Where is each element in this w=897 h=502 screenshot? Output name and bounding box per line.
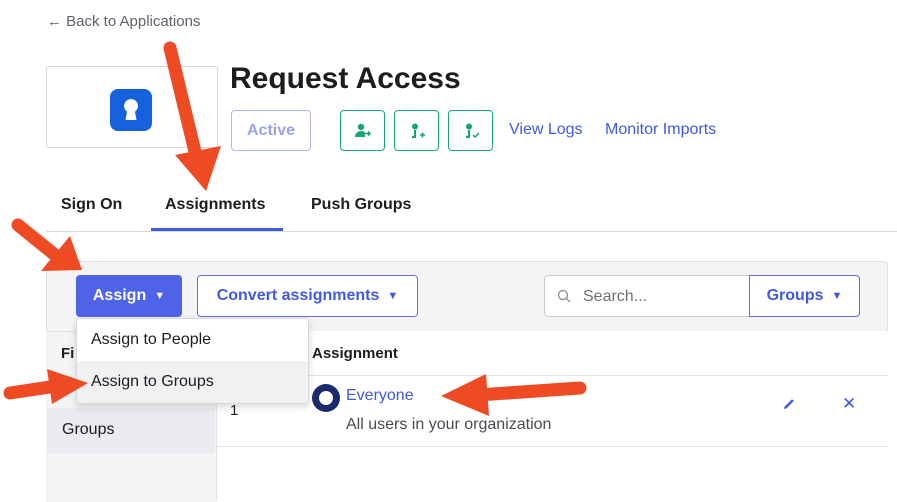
row-priority: 1	[230, 402, 239, 419]
remove-x-icon[interactable]: ✕	[842, 394, 856, 414]
search-filter-select[interactable]: Groups ▼	[749, 275, 860, 317]
caret-down-icon: ▼	[387, 290, 399, 302]
assign-dropdown-menu: Assign to People Assign to Groups	[76, 318, 309, 404]
keyhole-logo-icon	[110, 89, 152, 131]
filter-item-groups[interactable]: Groups	[47, 408, 215, 453]
assign-user-icon	[411, 123, 425, 138]
assign-user-button[interactable]	[394, 110, 439, 151]
assign-button[interactable]: Assign ▼	[76, 275, 182, 317]
caret-down-icon: ▼	[831, 290, 843, 302]
assign-button-label: Assign	[92, 287, 147, 304]
tab-push-groups[interactable]: Push Groups	[311, 196, 411, 214]
row-divider	[216, 446, 888, 447]
app-logo-box	[46, 66, 218, 148]
edit-pencil-icon[interactable]	[781, 396, 797, 417]
verify-user-icon	[465, 123, 480, 138]
search-input[interactable]	[581, 276, 745, 318]
view-logs-link[interactable]: View Logs	[509, 121, 583, 139]
group-description: All users in your organization	[346, 416, 552, 433]
search-filter-value: Groups	[766, 287, 824, 304]
back-to-applications-link[interactable]: ← Back to Applications	[47, 13, 200, 30]
filters-header: Fi	[61, 345, 75, 362]
group-name-link[interactable]: Everyone	[346, 387, 414, 405]
tab-sign-on[interactable]: Sign On	[61, 196, 122, 214]
filter-item-label: Groups	[62, 421, 115, 438]
convert-assignments-button[interactable]: Convert assignments ▼	[197, 275, 418, 317]
search-icon	[557, 289, 571, 303]
search-field	[544, 275, 750, 318]
push-user-icon	[354, 123, 371, 137]
header-divider	[216, 375, 888, 376]
status-badge: Active	[231, 110, 311, 151]
menu-item-assign-to-groups[interactable]: Assign to Groups	[77, 361, 308, 403]
convert-assignments-label: Convert assignments	[216, 287, 380, 304]
tab-assignments[interactable]: Assignments	[165, 196, 265, 214]
group-icon	[312, 384, 340, 412]
caret-down-icon: ▼	[154, 290, 166, 302]
push-user-button[interactable]	[340, 110, 385, 151]
verify-user-button[interactable]	[448, 110, 493, 151]
page-title: Request Access	[230, 62, 461, 95]
assignment-column-header: Assignment	[312, 345, 398, 362]
menu-item-assign-to-people[interactable]: Assign to People	[77, 319, 308, 361]
active-tab-indicator	[151, 228, 283, 231]
monitor-imports-link[interactable]: Monitor Imports	[605, 121, 716, 139]
tabs-divider	[46, 231, 897, 232]
